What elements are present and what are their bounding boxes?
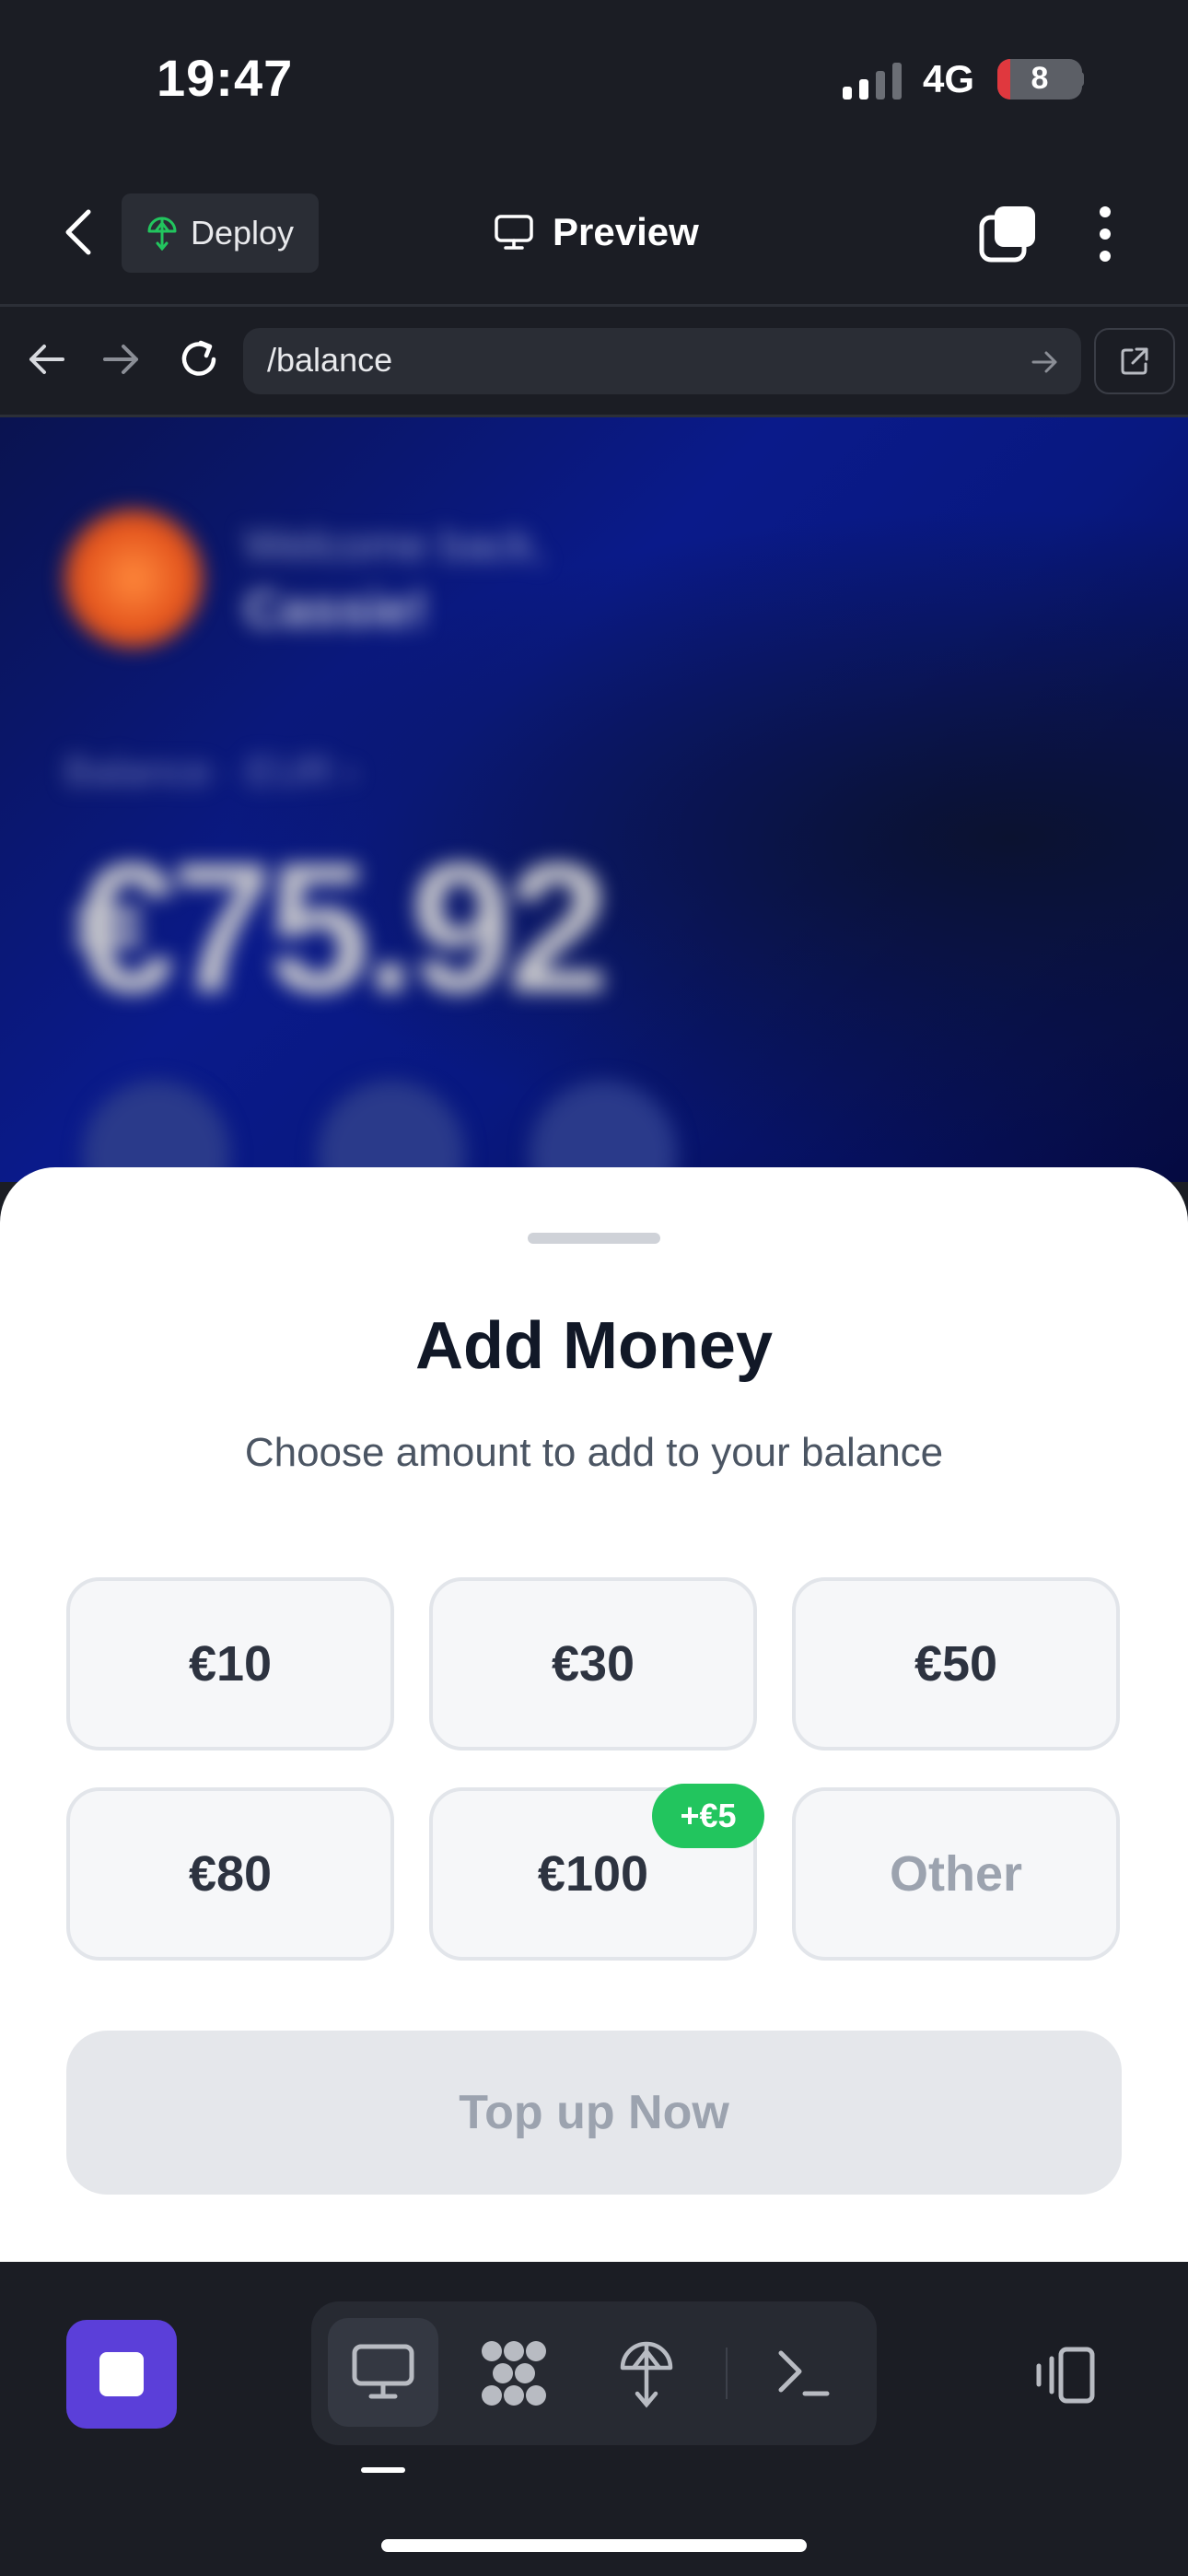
toolbar-separator bbox=[726, 2348, 728, 2399]
device-toggle-icon[interactable] bbox=[1033, 2346, 1098, 2405]
deploy-button[interactable]: Deploy bbox=[122, 193, 319, 273]
stop-button[interactable] bbox=[66, 2320, 177, 2429]
deploy-icon bbox=[147, 217, 177, 251]
network-type: 4G bbox=[923, 57, 975, 100]
sheet-title: Add Money bbox=[415, 1309, 773, 1383]
terminal-icon[interactable] bbox=[775, 2348, 831, 2399]
web-page-background: Welcome back, Cassie! Balance · EUR › €7… bbox=[0, 417, 1188, 1182]
bonus-badge: +€5 bbox=[652, 1784, 764, 1848]
dots-grid-icon[interactable] bbox=[479, 2338, 549, 2408]
balance-label: Balance · EUR › bbox=[64, 749, 357, 794]
amount-option-80[interactable]: €80 bbox=[66, 1787, 394, 1961]
tool-preview-button[interactable] bbox=[328, 2318, 438, 2427]
battery-tip bbox=[1078, 72, 1084, 87]
amount-option-30[interactable]: €30 bbox=[429, 1577, 757, 1751]
header-divider bbox=[0, 304, 1188, 307]
welcome-text: Welcome back, bbox=[244, 521, 546, 570]
preview-title: Preview bbox=[494, 205, 699, 260]
avatar bbox=[64, 509, 203, 648]
active-tab-indicator bbox=[361, 2467, 405, 2473]
balance-amount: €75.92 bbox=[74, 825, 610, 1031]
back-icon[interactable] bbox=[55, 205, 101, 260]
home-indicator bbox=[381, 2539, 807, 2552]
arrow-left-icon[interactable] bbox=[26, 339, 66, 380]
sheet-subtitle: Choose amount to add to your balance bbox=[244, 1430, 944, 1475]
monitor-icon bbox=[352, 2344, 414, 2399]
top-up-button[interactable]: Top up Now bbox=[66, 2031, 1122, 2195]
battery-icon: 8 bbox=[997, 59, 1082, 100]
amount-option-10[interactable]: €10 bbox=[66, 1577, 394, 1751]
reload-icon[interactable] bbox=[177, 337, 221, 381]
amount-option-50[interactable]: €50 bbox=[792, 1577, 1120, 1751]
stop-icon bbox=[99, 2352, 144, 2396]
signal-icon bbox=[843, 63, 902, 100]
external-link-icon bbox=[1121, 347, 1148, 375]
sheet-handle[interactable] bbox=[528, 1233, 660, 1244]
monitor-icon bbox=[495, 215, 533, 250]
status-time: 19:47 bbox=[157, 49, 294, 107]
go-icon[interactable] bbox=[1030, 346, 1061, 378]
user-name: Cassie! bbox=[244, 580, 428, 638]
open-external-button[interactable] bbox=[1094, 328, 1175, 394]
deploy-label: Deploy bbox=[190, 214, 295, 252]
amount-option-other[interactable]: Other bbox=[792, 1787, 1120, 1961]
arrow-right-icon[interactable] bbox=[101, 339, 142, 380]
preview-label: Preview bbox=[553, 210, 699, 253]
battery-level: 8 bbox=[1031, 61, 1049, 96]
more-icon[interactable] bbox=[1087, 205, 1124, 263]
deploy-icon[interactable] bbox=[619, 2340, 674, 2408]
tabs-icon[interactable] bbox=[978, 205, 1037, 263]
url-text[interactable]: /balance bbox=[267, 341, 392, 380]
